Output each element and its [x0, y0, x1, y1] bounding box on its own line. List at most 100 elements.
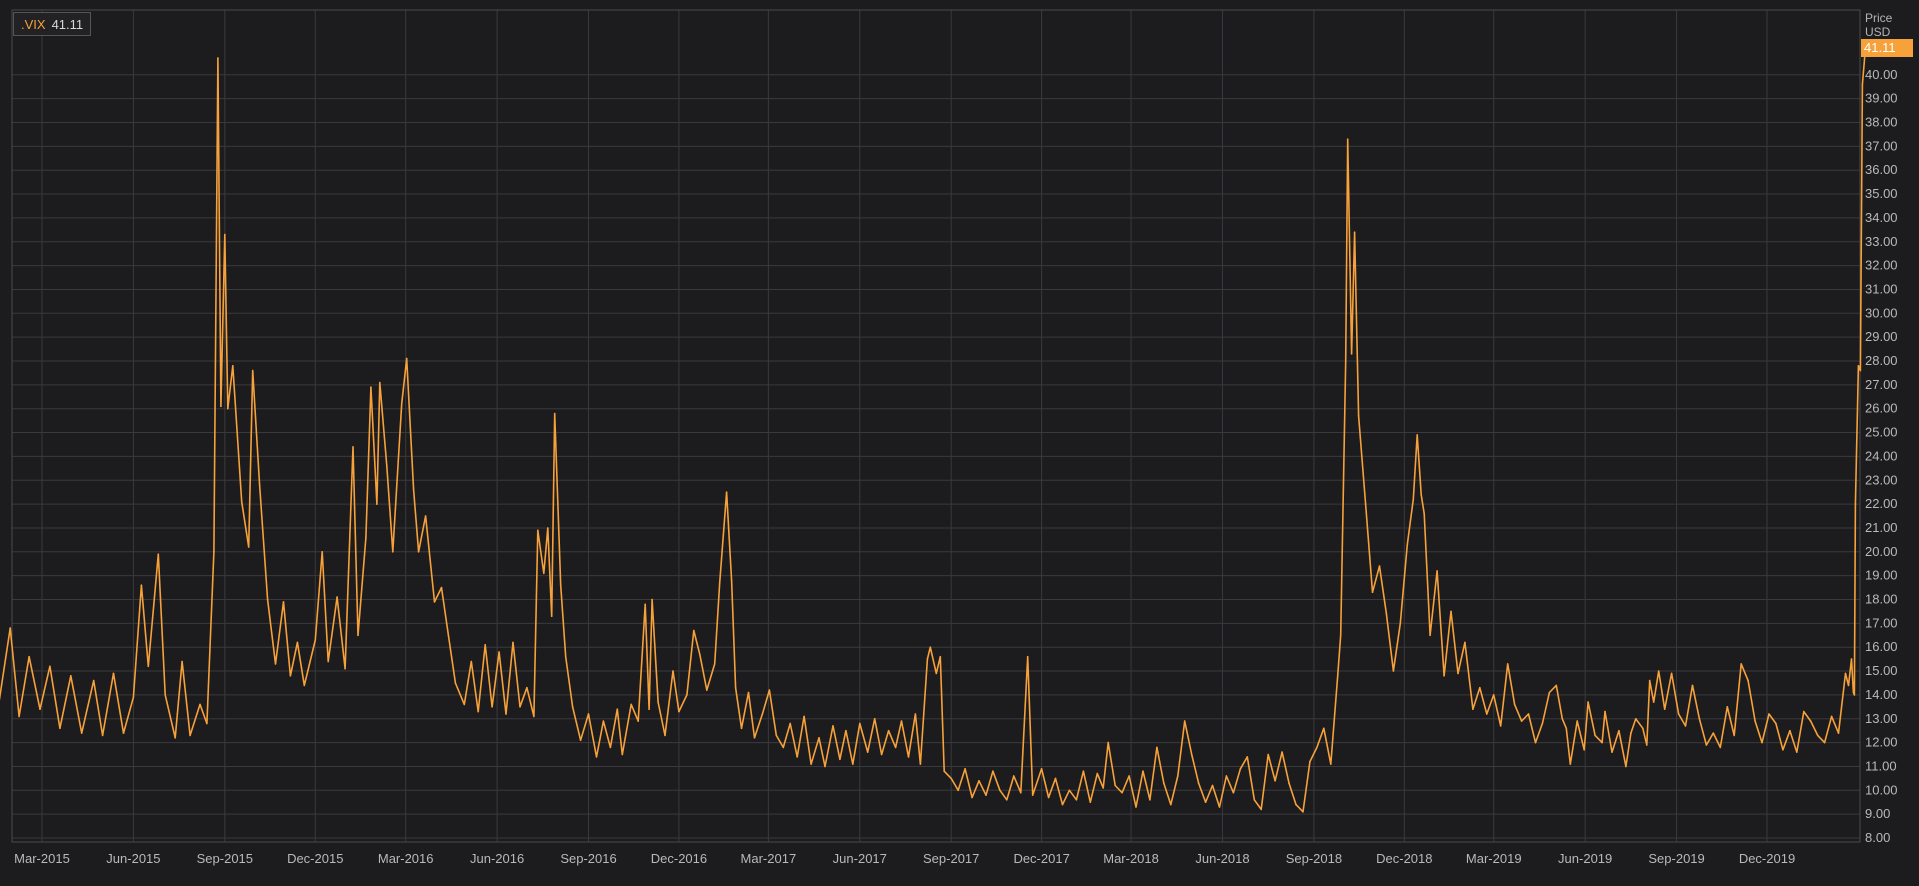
- series-point: [926, 658, 929, 660]
- series-point: [761, 713, 764, 715]
- series-point: [533, 715, 535, 718]
- series-point: [336, 596, 338, 598]
- series-point: [964, 768, 966, 770]
- y-tick-label: 8.00: [1865, 830, 1890, 845]
- series-point: [1561, 718, 1564, 720]
- series-point: [1047, 796, 1050, 799]
- series-point: [1218, 806, 1221, 808]
- series-point: [1850, 658, 1853, 660]
- series-point: [644, 603, 646, 606]
- series-point: [296, 641, 299, 644]
- series-point: [484, 644, 487, 646]
- series-point: [1816, 734, 1819, 737]
- series-point: [706, 689, 708, 691]
- series-point: [498, 651, 500, 653]
- series-point: [1378, 565, 1381, 567]
- series-point: [101, 734, 104, 737]
- series-point: [1082, 770, 1085, 772]
- series-point: [686, 694, 688, 696]
- x-tick-label: Mar-2019: [1466, 851, 1522, 866]
- y-tick-label: 34.00: [1865, 210, 1898, 225]
- series-point: [537, 529, 539, 532]
- series-point: [1020, 791, 1022, 794]
- series-point: [447, 634, 450, 637]
- series-point: [693, 629, 695, 632]
- series-point: [1712, 732, 1715, 734]
- series-point: [1423, 512, 1425, 515]
- series-point: [1853, 694, 1856, 696]
- series-point: [1635, 718, 1637, 720]
- series-point: [1583, 749, 1585, 751]
- series-point: [1040, 768, 1043, 770]
- series-point: [400, 403, 403, 405]
- x-tick-label: Jun-2015: [106, 851, 160, 866]
- series-point: [1809, 720, 1812, 722]
- x-tick-label: Jun-2016: [470, 851, 524, 866]
- series-point: [1225, 775, 1228, 777]
- series-point: [1026, 655, 1029, 658]
- series-point: [1232, 791, 1235, 794]
- series-point: [1128, 775, 1130, 777]
- y-axis-title-price: Price: [1865, 11, 1893, 25]
- series-point: [189, 734, 191, 737]
- series-point: [1406, 543, 1409, 546]
- series-point: [1253, 799, 1256, 801]
- series-point: [1371, 591, 1374, 594]
- series-point: [112, 672, 115, 675]
- legend-box[interactable]: .VIX 41.11: [13, 12, 92, 36]
- series-point: [1163, 782, 1165, 784]
- last-price-tag: 41.11: [1861, 39, 1913, 57]
- series-point: [1789, 729, 1791, 732]
- series-point: [1852, 691, 1855, 694]
- series-point: [1844, 672, 1847, 675]
- y-tick-label: 13.00: [1865, 711, 1898, 726]
- series-point: [1177, 775, 1179, 777]
- series-point: [985, 794, 987, 796]
- series-point: [1857, 365, 1860, 367]
- series-point: [852, 763, 854, 765]
- y-tick-label: 12.00: [1865, 735, 1898, 750]
- x-tick-label: Dec-2017: [1013, 851, 1069, 866]
- series-point: [880, 753, 883, 756]
- series-point: [718, 582, 721, 584]
- series-point: [440, 586, 443, 589]
- series-point: [1013, 775, 1015, 777]
- series-point: [1156, 746, 1158, 749]
- series-point: [379, 381, 381, 384]
- series-point: [1823, 741, 1826, 744]
- series-point: [699, 653, 701, 656]
- series-point: [147, 665, 150, 668]
- series-point: [1412, 498, 1415, 501]
- series-point: [725, 491, 728, 494]
- series-point: [1267, 753, 1269, 756]
- series-point: [220, 405, 222, 408]
- series-point: [1170, 803, 1172, 806]
- y-tick-label: 23.00: [1865, 472, 1898, 487]
- series-point: [900, 720, 903, 722]
- series-point: [251, 369, 254, 372]
- series-point: [768, 689, 771, 691]
- series-point: [1281, 751, 1283, 753]
- series-point: [587, 713, 590, 715]
- series-point: [1775, 722, 1777, 725]
- series-point: [1548, 691, 1551, 694]
- series-point: [992, 770, 994, 772]
- series-point: [1618, 729, 1620, 732]
- series-point: [1339, 634, 1342, 637]
- series-point: [1576, 720, 1578, 722]
- series-point: [1357, 415, 1360, 417]
- series-point: [747, 691, 750, 694]
- series-point: [1594, 734, 1596, 737]
- series-point: [1121, 791, 1123, 794]
- y-tick-label: 38.00: [1865, 115, 1898, 130]
- x-tick-label: Sep-2019: [1648, 851, 1704, 866]
- series-point: [463, 703, 466, 706]
- series-point: [1330, 763, 1332, 765]
- series-point: [616, 708, 619, 710]
- x-tick-label: Dec-2018: [1376, 851, 1432, 866]
- series-point: [564, 655, 567, 658]
- series-point: [1830, 715, 1833, 718]
- y-tick-label: 25.00: [1865, 425, 1898, 440]
- series-point: [1630, 732, 1632, 734]
- series-point: [957, 789, 959, 792]
